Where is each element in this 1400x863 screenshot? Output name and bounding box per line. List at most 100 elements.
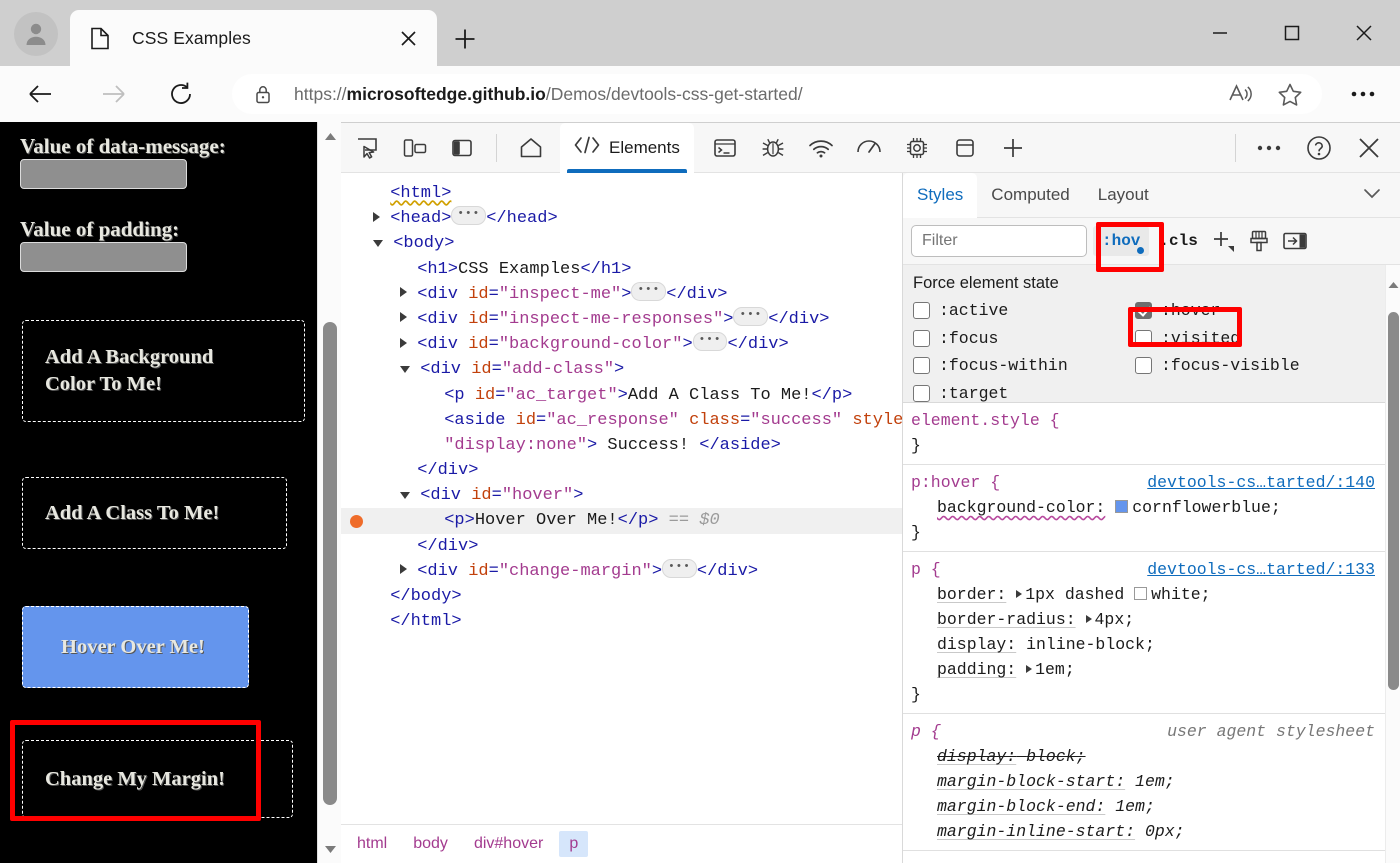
css-property-value[interactable]: 1em;	[1115, 797, 1155, 816]
tab-elements[interactable]: Elements	[560, 123, 694, 173]
breadcrumb-item[interactable]: html	[347, 831, 397, 857]
styles-scrollbar-thumb[interactable]	[1388, 312, 1399, 690]
dom-node-row[interactable]: <head>•••</head>	[341, 206, 902, 231]
css-property-value[interactable]: inline-block;	[1026, 635, 1155, 654]
checkbox[interactable]	[913, 385, 930, 402]
close-window-button[interactable]	[1328, 0, 1400, 66]
css-rule[interactable]: p {user agent stylesheetdisplay: block;m…	[903, 714, 1385, 851]
performance-gauge-icon[interactable]	[854, 133, 884, 163]
dom-node-row[interactable]: "display:none"> Success! </aside>	[341, 433, 902, 458]
dom-node-row[interactable]: <h1>CSS Examples</h1>	[341, 257, 902, 282]
collapsed-children-ellipsis[interactable]: •••	[693, 332, 728, 351]
dom-node-row[interactable]: </body>	[341, 584, 902, 609]
force-state-hover[interactable]: :hover	[1135, 301, 1220, 320]
breadcrumb-item[interactable]: body	[403, 831, 458, 857]
expand-triangle-icon[interactable]	[400, 338, 407, 348]
padding-input[interactable]	[20, 242, 187, 272]
collapsed-children-ellipsis[interactable]: •••	[733, 307, 768, 326]
dom-node-row-selected[interactable]: <p>Hover Over Me!</p> == $0	[341, 508, 902, 533]
close-devtools-icon[interactable]	[1354, 133, 1384, 163]
breadcrumb-item[interactable]: p	[559, 831, 588, 857]
force-state-visited[interactable]: :visited	[1135, 329, 1240, 348]
css-selector[interactable]: p {	[911, 560, 941, 579]
read-aloud-icon[interactable]	[1224, 78, 1256, 110]
profile-avatar-button[interactable]	[14, 12, 58, 56]
css-property-value[interactable]: 1em;	[1135, 772, 1175, 791]
css-declaration[interactable]: margin-block-start: 1em;	[911, 769, 1385, 794]
chevron-down-icon[interactable]	[1362, 186, 1382, 205]
favorite-star-icon[interactable]	[1274, 78, 1306, 110]
css-selector[interactable]: element.style {	[911, 411, 1060, 430]
dom-node-row[interactable]: <div id="inspect-me">•••</div>	[341, 282, 902, 307]
dom-node-row[interactable]: </div>	[341, 458, 902, 483]
back-button[interactable]	[24, 77, 58, 111]
browser-tab[interactable]: CSS Examples	[70, 10, 437, 66]
css-property-name[interactable]: border:	[937, 585, 1006, 604]
dom-node-row[interactable]: <div id="add-class">	[341, 357, 902, 382]
tab-computed[interactable]: Computed	[977, 173, 1083, 218]
css-property-value[interactable]: 0px;	[1145, 822, 1185, 841]
force-state-focus-visible[interactable]: :focus-visible	[1135, 356, 1300, 375]
expand-triangle-icon[interactable]	[373, 212, 380, 222]
css-selector[interactable]: p:hover {	[911, 473, 1000, 492]
css-property-name[interactable]: border-radius:	[937, 610, 1076, 629]
expand-triangle-icon[interactable]	[400, 564, 407, 574]
checkbox[interactable]	[913, 302, 930, 319]
force-state-target[interactable]: :target	[913, 384, 1008, 403]
stylesheet-source-link[interactable]: devtools-cs…tarted/:133	[1147, 557, 1375, 582]
css-property-value[interactable]: 1em;	[1035, 660, 1075, 679]
page-scrollbar[interactable]	[317, 122, 341, 863]
button-add-background-color[interactable]: Add A Background Color To Me!	[22, 320, 305, 422]
force-state-focus[interactable]: :focus	[913, 329, 998, 348]
css-selector[interactable]: p {	[911, 722, 941, 741]
dom-node-row[interactable]: <body>	[341, 231, 902, 256]
css-property-name[interactable]: margin-block-start:	[937, 772, 1125, 791]
css-property-name[interactable]: display:	[937, 747, 1016, 766]
breadcrumb-item[interactable]: div#hover	[464, 831, 553, 857]
css-declaration[interactable]: padding: 1em;	[911, 657, 1385, 682]
button-change-margin[interactable]: Change My Margin!	[22, 740, 293, 818]
css-declaration[interactable]: border-radius: 4px;	[911, 607, 1385, 632]
stylesheet-source-link[interactable]: devtools-cs…tarted/:140	[1147, 470, 1375, 495]
copy-styles-brush-icon[interactable]	[1244, 226, 1274, 256]
dom-node-row[interactable]: <div id="background-color">•••</div>	[341, 332, 902, 357]
checkbox[interactable]	[913, 357, 930, 374]
css-declaration[interactable]: margin-inline-start: 0px;	[911, 819, 1385, 844]
scroll-down-arrow-icon[interactable]	[318, 837, 341, 861]
expand-shorthand-triangle-icon[interactable]	[1086, 615, 1092, 623]
collapsed-children-ellipsis[interactable]: •••	[631, 282, 666, 301]
expand-triangle-icon[interactable]	[400, 312, 407, 322]
browser-settings-more-button[interactable]	[1346, 77, 1380, 111]
css-rule[interactable]: p:hover {devtools-cs…tarted/:140backgrou…	[903, 465, 1385, 552]
toggle-render-pane-icon[interactable]	[1280, 226, 1310, 256]
element-classes-cls-button[interactable]: .cls	[1155, 226, 1201, 256]
dock-side-icon[interactable]	[447, 133, 477, 163]
add-tool-plus-icon[interactable]	[998, 133, 1028, 163]
css-property-value[interactable]: 4px;	[1095, 610, 1135, 629]
css-property-value[interactable]: cornflowerblue;	[1132, 498, 1281, 517]
collapse-triangle-icon[interactable]	[373, 240, 383, 247]
checkbox[interactable]	[1135, 330, 1152, 347]
dom-node-row[interactable]: <div id="inspect-me-responses">•••</div>	[341, 307, 902, 332]
collapse-triangle-icon[interactable]	[400, 366, 410, 373]
page-scrollbar-thumb[interactable]	[323, 322, 337, 805]
checkbox[interactable]	[1135, 302, 1152, 319]
expand-triangle-icon[interactable]	[400, 287, 407, 297]
dom-node-row[interactable]: <p id="ac_target">Add A Class To Me!</p>	[341, 383, 902, 408]
reload-button[interactable]	[164, 77, 198, 111]
console-icon[interactable]	[710, 133, 740, 163]
collapsed-children-ellipsis[interactable]: •••	[662, 559, 697, 578]
css-property-name[interactable]: margin-inline-start:	[937, 822, 1135, 841]
styles-filter-input[interactable]	[911, 225, 1087, 257]
dom-node-row[interactable]: </html>	[341, 609, 902, 634]
checkbox[interactable]	[1135, 357, 1152, 374]
css-declaration[interactable]: border: 1px dashed white;	[911, 582, 1385, 607]
css-property-value[interactable]: 1px dashed	[1025, 585, 1124, 604]
color-swatch[interactable]	[1115, 500, 1128, 513]
tab-close-button[interactable]	[393, 23, 423, 53]
css-property-name[interactable]: padding:	[937, 660, 1016, 679]
css-declaration[interactable]: display: inline-block;	[911, 632, 1385, 657]
help-icon[interactable]	[1304, 133, 1334, 163]
forward-button[interactable]	[96, 77, 130, 111]
device-emulation-icon[interactable]	[400, 133, 430, 163]
